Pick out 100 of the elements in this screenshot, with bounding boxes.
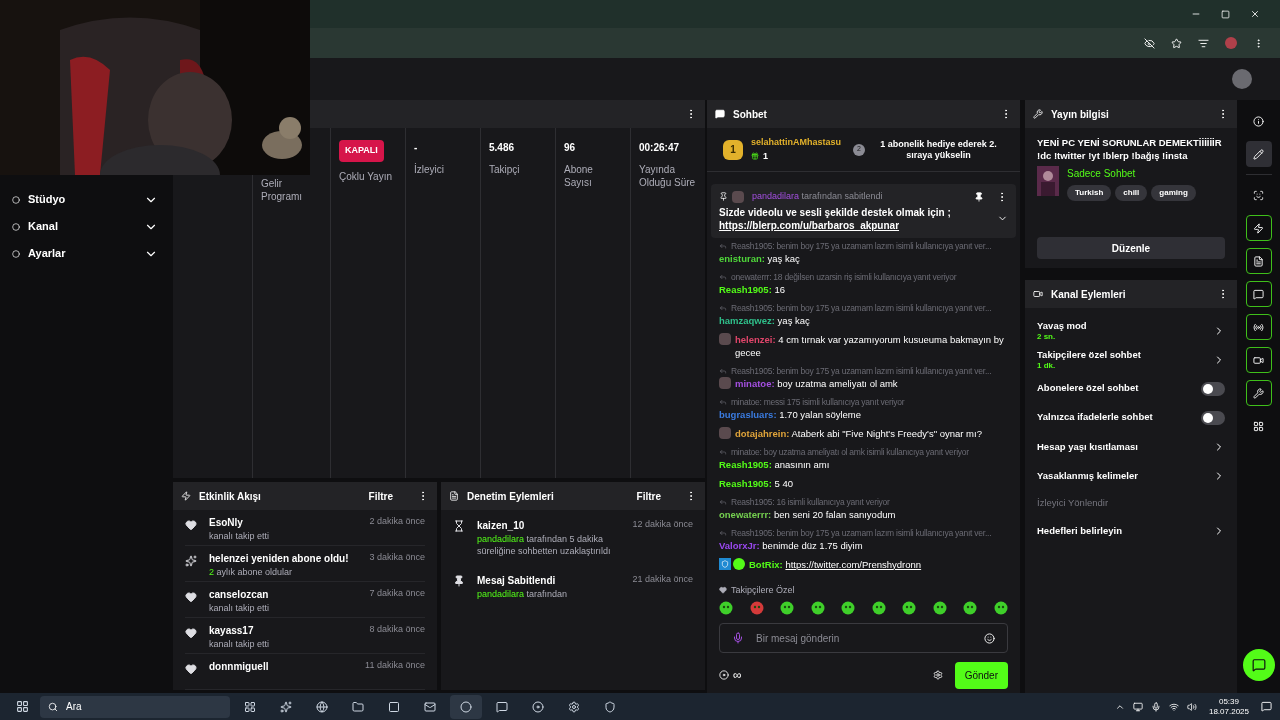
reply-context: onewaterrr: 18 değilsen uzarsin riş isimli kullanıcıya yanıt veriyor — [731, 270, 957, 283]
sparkle-icon — [185, 555, 197, 567]
message-field[interactable]: Bir mesaj gönderin — [719, 623, 1008, 653]
search-icon — [48, 701, 58, 712]
chat-icon — [715, 109, 725, 119]
moderator-badge-icon — [719, 557, 731, 570]
emote-icon[interactable] — [963, 601, 978, 615]
action-item[interactable]: Takipçilere özel sohbet 1 dk. — [1033, 345, 1229, 374]
event-title: canselozcan — [209, 588, 270, 602]
reply-icon — [719, 241, 727, 250]
chat-icon[interactable] — [1245, 281, 1272, 307]
reply-context: minatoe: boy uzatma ameliyatı ol amk isimli kullanıcıya yanıt veriyor — [731, 445, 969, 458]
settings-icon[interactable] — [932, 670, 943, 680]
verified-badge-icon — [733, 557, 745, 570]
microphone-icon[interactable] — [732, 632, 744, 644]
doc-icon[interactable] — [1245, 248, 1272, 274]
broadcast-icon[interactable] — [1245, 314, 1272, 340]
chat-message: helenzei: 4 cm tırnak var yazamıyorum kusueuma bakmayın by gecee — [735, 332, 1005, 359]
sidebar-item[interactable]: Ayarlar — [12, 242, 158, 265]
camera-icon — [1033, 289, 1043, 299]
stat-label: Gelir Programı — [261, 177, 304, 203]
stat-value: - — [414, 141, 419, 155]
action-item[interactable]: Yasaklanmış kelimeler — [1033, 461, 1229, 490]
chat-message: hamzaqwez: yaş kaç — [719, 313, 811, 327]
action-item[interactable]: Yavaş mod 2 sn. — [1033, 316, 1229, 345]
event-title: helenzei yeniden abone oldu! — [209, 552, 350, 566]
subscriber-badge-icon — [719, 376, 731, 389]
stat-value: 96 — [564, 141, 577, 155]
sidebar-item[interactable]: Stüdyo — [12, 188, 158, 211]
tag[interactable]: Turkish — [1067, 185, 1112, 201]
emote-icon[interactable] — [932, 601, 947, 615]
action-item[interactable]: Yalnızca ifadelerle sohbet — [1033, 403, 1229, 432]
send-button[interactable]: Gönder — [954, 661, 1008, 689]
pencil-icon[interactable] — [1245, 141, 1272, 167]
edit-button[interactable]: Düzenle — [1037, 237, 1225, 259]
event-detail: kanalı takip etti — [209, 602, 271, 615]
maximize-icon[interactable] — [1221, 9, 1230, 19]
emote-icon[interactable] — [810, 601, 825, 615]
category-link[interactable]: Sadece Sohbet — [1067, 166, 1196, 181]
emote-icon[interactable] — [993, 601, 1008, 615]
action-item[interactable]: Hedefleri belirleyin — [1033, 516, 1229, 545]
gift-count: 1 — [763, 149, 768, 163]
avatar[interactable] — [1232, 69, 1252, 89]
chat-message: BotRix: https://twitter.com/Prenshydronn — [749, 557, 923, 571]
action-item[interactable]: Hesap yaşı kısıtlaması — [1033, 432, 1229, 461]
hidden-eye-icon[interactable] — [1144, 37, 1155, 49]
reply-context: Reash1905: benim boy 175 ya uzamam lazım isimli kullanıcıya yanıt ver... — [731, 364, 992, 377]
tag[interactable]: gaming — [1151, 185, 1196, 201]
event-title: donnmiguell — [209, 660, 270, 674]
reply-icon — [719, 528, 727, 537]
panel-title: Yayın bilgisi — [1051, 107, 1109, 122]
clock-time: 05:39 — [1218, 696, 1239, 707]
message-link[interactable]: https://twitter.com/Prenshydronn — [785, 558, 922, 570]
status-badge: KAPALI — [339, 140, 384, 162]
stat-value: 00:26:47 — [639, 141, 681, 155]
tray-icon[interactable] — [1114, 701, 1197, 712]
emote-icon[interactable] — [902, 601, 917, 615]
emote-icon[interactable] — [749, 601, 764, 615]
notification-icon[interactable] — [1261, 701, 1272, 712]
heart-icon — [719, 586, 727, 595]
stream-title: YENİ PC YENİ SORUNLAR DEMEKTİİİİİİR !dc !twitter !yt !blerp !bağış !insta — [1037, 136, 1223, 162]
tag[interactable]: chill — [1115, 185, 1148, 201]
taskbar-search[interactable]: Ara — [40, 695, 230, 718]
list-icon[interactable] — [1198, 37, 1209, 49]
pinned-link[interactable]: https://blerp.com/u/barbaros_akpunar — [719, 219, 900, 231]
event-title: Mesaj Sabitlendi — [477, 574, 557, 588]
chat-message: dotajahrein: Ataberk abi "Five Night's Freedy's" oynar mı? — [735, 426, 983, 440]
emote-icon[interactable] — [780, 601, 795, 615]
reply-icon — [719, 366, 727, 375]
filter-button[interactable]: Filtre — [368, 488, 393, 504]
emote-section-label: Takipçilere Özel — [731, 583, 795, 597]
emote-icon[interactable] — [871, 601, 886, 615]
sidebar-item[interactable]: Kanal — [12, 215, 158, 238]
event-time: 7 dakika önce — [369, 587, 425, 600]
filter-button[interactable]: Filtre — [636, 488, 661, 504]
bolt-icon[interactable] — [1245, 215, 1272, 241]
emote-icon[interactable] — [719, 601, 733, 615]
item-icon — [12, 249, 20, 258]
close-icon[interactable] — [1250, 9, 1260, 19]
action-item[interactable]: Abonelere özel sohbet — [1033, 374, 1229, 403]
chat-message: ValorxJr: benimde düz 1.75 diyim — [719, 538, 864, 552]
emote-icon[interactable] — [841, 601, 856, 615]
subscriber-badge-icon — [719, 426, 731, 439]
wrench-icon[interactable] — [1245, 380, 1272, 406]
emoji-icon[interactable] — [984, 632, 995, 644]
star-icon[interactable] — [1171, 37, 1182, 49]
document-icon — [449, 491, 459, 501]
event-detail: kanalı takip etti — [209, 530, 271, 543]
toggle-switch[interactable] — [1201, 381, 1225, 396]
pin-icon — [453, 575, 465, 587]
toggle-switch[interactable] — [1201, 410, 1225, 425]
pinned-text: Sizde videolu ve sesli şekilde destek olmak için ; https://blerp.com/u/barbaros_akpunar — [719, 205, 952, 232]
camera-icon[interactable] — [1245, 347, 1272, 373]
event-detail: pandadilara tarafından — [477, 588, 569, 600]
help-button[interactable] — [1242, 649, 1275, 681]
points-icon[interactable] — [719, 670, 729, 680]
message-input[interactable]: Bir mesaj gönderin — [752, 630, 976, 646]
pinned-by: pandadilara tarafından sabitlendi — [752, 190, 883, 203]
unpin-icon[interactable] — [974, 191, 984, 202]
taskbar-app-icon[interactable] — [450, 694, 482, 719]
